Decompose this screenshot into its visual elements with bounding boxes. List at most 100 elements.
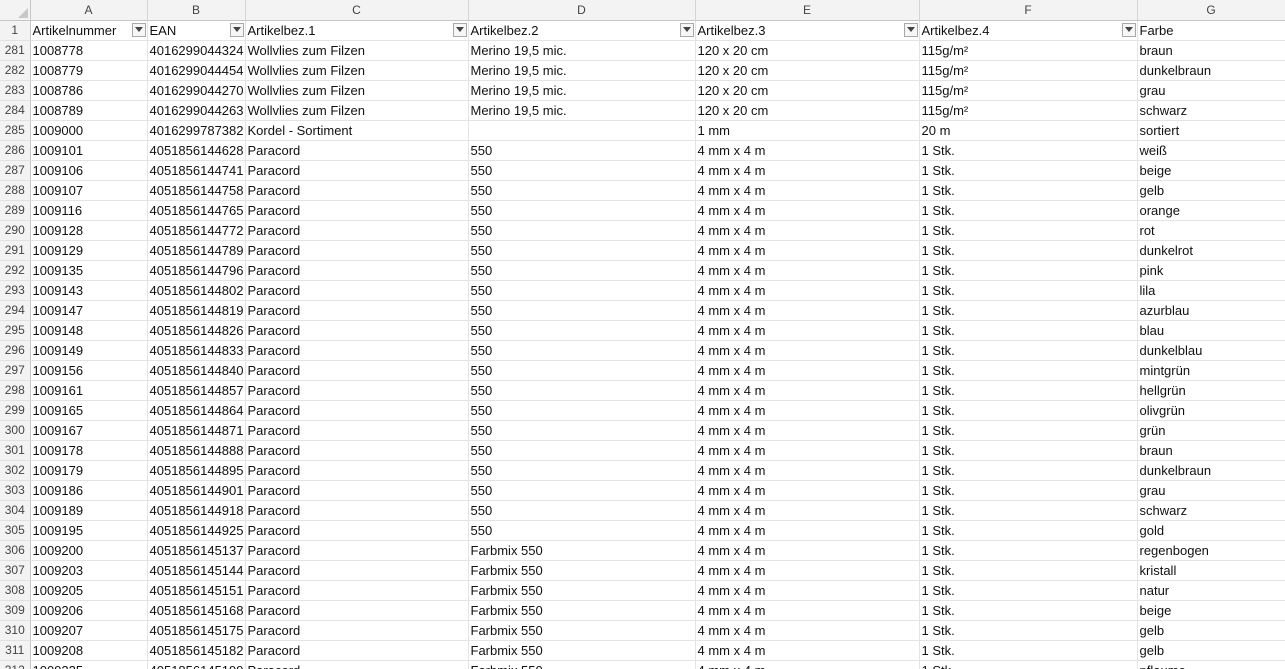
cell-c[interactable]: Paracord (245, 240, 469, 261)
cell-e[interactable]: 120 x 20 cm (695, 80, 920, 101)
row-number[interactable]: 285 (0, 120, 31, 141)
cell-b[interactable]: 4051856144826 (147, 320, 246, 341)
cell-c[interactable]: Kordel - Sortiment (245, 120, 469, 141)
cell-e[interactable]: 4 mm x 4 m (695, 400, 920, 421)
cell-d[interactable]: 550 (468, 500, 696, 521)
cell-b[interactable]: 4051856144796 (147, 260, 246, 281)
cell-a[interactable]: 1009165 (30, 400, 148, 421)
cell-c[interactable]: Wollvlies zum Filzen (245, 60, 469, 81)
cell-f[interactable]: 1 Stk. (919, 560, 1138, 581)
cell-a[interactable]: 1009135 (30, 260, 148, 281)
cell-g[interactable]: schwarz (1137, 100, 1285, 121)
cell-f[interactable]: 1 Stk. (919, 420, 1138, 441)
cell-d[interactable]: 550 (468, 440, 696, 461)
cell-b[interactable]: 4051856144857 (147, 380, 246, 401)
cell-g[interactable]: mintgrün (1137, 360, 1285, 381)
cell-d[interactable]: Merino 19,5 mic. (468, 60, 696, 81)
cell-a[interactable]: 1009178 (30, 440, 148, 461)
cell-f[interactable]: 1 Stk. (919, 620, 1138, 641)
row-number[interactable]: 299 (0, 400, 31, 421)
cell-b[interactable]: 4051856144925 (147, 520, 246, 541)
cell-c[interactable]: Paracord (245, 140, 469, 161)
cell-f[interactable]: 1 Stk. (919, 660, 1138, 669)
filter-dropdown-icon[interactable] (679, 22, 694, 37)
cell-b[interactable]: 4051856144802 (147, 280, 246, 301)
cell-b[interactable]: 4016299044454 (147, 60, 246, 81)
cell-d[interactable]: 550 (468, 400, 696, 421)
row-number[interactable]: 283 (0, 80, 31, 101)
cell-c[interactable]: Paracord (245, 420, 469, 441)
cell-b[interactable]: 4051856145151 (147, 580, 246, 601)
cell-e[interactable]: 4 mm x 4 m (695, 580, 920, 601)
cell-c[interactable]: Paracord (245, 520, 469, 541)
cell-c[interactable]: Paracord (245, 400, 469, 421)
row-number[interactable]: 302 (0, 460, 31, 481)
cell-c[interactable]: Paracord (245, 340, 469, 361)
cell-c[interactable]: Paracord (245, 200, 469, 221)
cell-e[interactable]: 1 mm (695, 120, 920, 141)
header-cell[interactable]: Artikelbez.3 (695, 20, 920, 41)
cell-b[interactable]: 4051856144772 (147, 220, 246, 241)
cell-g[interactable]: braun (1137, 440, 1285, 461)
cell-e[interactable]: 120 x 20 cm (695, 60, 920, 81)
cell-e[interactable]: 4 mm x 4 m (695, 320, 920, 341)
cell-c[interactable]: Paracord (245, 500, 469, 521)
cell-g[interactable]: beige (1137, 160, 1285, 181)
cell-g[interactable]: gelb (1137, 640, 1285, 661)
cell-e[interactable]: 4 mm x 4 m (695, 500, 920, 521)
cell-f[interactable]: 1 Stk. (919, 160, 1138, 181)
row-number[interactable]: 290 (0, 220, 31, 241)
cell-g[interactable]: schwarz (1137, 500, 1285, 521)
cell-f[interactable]: 1 Stk. (919, 240, 1138, 261)
cell-b[interactable]: 4016299044270 (147, 80, 246, 101)
column-header-g[interactable]: G (1137, 0, 1285, 21)
row-number[interactable]: 284 (0, 100, 31, 121)
cell-b[interactable]: 4051856145137 (147, 540, 246, 561)
cell-d[interactable]: 550 (468, 320, 696, 341)
row-number[interactable]: 312 (0, 660, 31, 669)
column-header-f[interactable]: F (919, 0, 1138, 21)
cell-d[interactable]: 550 (468, 420, 696, 441)
cell-d[interactable]: Farbmix 550 (468, 600, 696, 621)
cell-d[interactable] (468, 120, 696, 141)
cell-c[interactable]: Paracord (245, 480, 469, 501)
row-number[interactable]: 294 (0, 300, 31, 321)
header-cell[interactable]: Farbe (1137, 20, 1285, 41)
column-header-d[interactable]: D (468, 0, 696, 21)
column-header-b[interactable]: B (147, 0, 246, 21)
filter-dropdown-icon[interactable] (452, 22, 467, 37)
cell-e[interactable]: 4 mm x 4 m (695, 300, 920, 321)
cell-e[interactable]: 4 mm x 4 m (695, 540, 920, 561)
cell-d[interactable]: 550 (468, 240, 696, 261)
cell-f[interactable]: 1 Stk. (919, 480, 1138, 501)
cell-g[interactable]: sortiert (1137, 120, 1285, 141)
cell-c[interactable]: Wollvlies zum Filzen (245, 80, 469, 101)
cell-b[interactable]: 4051856144840 (147, 360, 246, 381)
cell-c[interactable]: Paracord (245, 300, 469, 321)
cell-e[interactable]: 4 mm x 4 m (695, 240, 920, 261)
cell-a[interactable]: 1008789 (30, 100, 148, 121)
cell-d[interactable]: 550 (468, 160, 696, 181)
cell-g[interactable]: kristall (1137, 560, 1285, 581)
cell-c[interactable]: Wollvlies zum Filzen (245, 40, 469, 61)
cell-g[interactable]: blau (1137, 320, 1285, 341)
cell-f[interactable]: 115g/m² (919, 80, 1138, 101)
cell-f[interactable]: 115g/m² (919, 60, 1138, 81)
cell-b[interactable]: 4051856144918 (147, 500, 246, 521)
cell-a[interactable]: 1009106 (30, 160, 148, 181)
cell-e[interactable]: 4 mm x 4 m (695, 440, 920, 461)
row-number[interactable]: 296 (0, 340, 31, 361)
cell-e[interactable]: 4 mm x 4 m (695, 340, 920, 361)
cell-g[interactable]: hellgrün (1137, 380, 1285, 401)
cell-d[interactable]: Farbmix 550 (468, 620, 696, 641)
cell-b[interactable]: 4051856144833 (147, 340, 246, 361)
cell-f[interactable]: 115g/m² (919, 100, 1138, 121)
header-cell[interactable]: Artikelbez.2 (468, 20, 696, 41)
row-number[interactable]: 286 (0, 140, 31, 161)
cell-f[interactable]: 1 Stk. (919, 280, 1138, 301)
cell-a[interactable]: 1009203 (30, 560, 148, 581)
cell-a[interactable]: 1009000 (30, 120, 148, 141)
cell-f[interactable]: 1 Stk. (919, 360, 1138, 381)
cell-c[interactable]: Paracord (245, 560, 469, 581)
cell-a[interactable]: 1009200 (30, 540, 148, 561)
